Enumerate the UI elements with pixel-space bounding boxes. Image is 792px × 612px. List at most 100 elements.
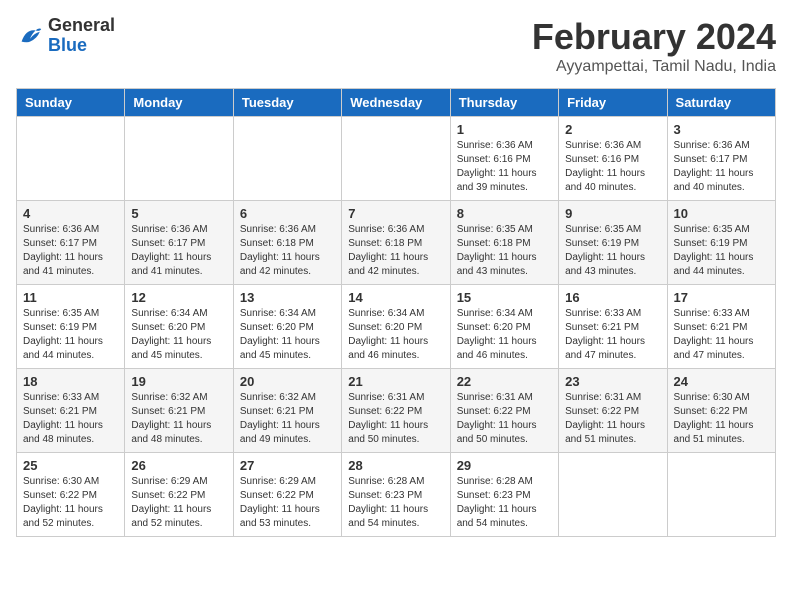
calendar-day-cell: 27Sunrise: 6:29 AM Sunset: 6:22 PM Dayli… <box>233 453 341 537</box>
calendar-day-cell: 25 Sunrise: 6:30 AM Sunset: 6:22 PM Dayli… <box>17 453 125 537</box>
day-info: Sunrise: 6:33 AM Sunset: 6:21 PM Dayligh… <box>674 307 769 363</box>
day-info: Sunrise: 6:33 AM Sunset: 6:21 PM Dayligh… <box>23 391 118 447</box>
calendar-day-header: Wednesday <box>342 89 450 117</box>
day-number: 24 <box>674 374 769 389</box>
title-area: February 2024 Ayyampettai, Tamil Nadu, I… <box>532 16 776 76</box>
calendar-day-cell: 24 Sunrise: 6:30 AM Sunset: 6:22 PM Dayli… <box>667 369 775 453</box>
calendar-day-cell: 16 Sunrise: 6:33 AM Sunset: 6:21 PM Dayli… <box>559 285 667 369</box>
day-number: 7 <box>348 206 443 221</box>
calendar-day-cell: 6 Sunrise: 6:36 AM Sunset: 6:18 PM Daylig… <box>233 201 341 285</box>
day-number: 21 <box>348 374 443 389</box>
day-info: Sunrise: 6:36 AM Sunset: 6:18 PM Dayligh… <box>240 223 335 279</box>
calendar-day-cell: 1 Sunrise: 6:36 AM Sunset: 6:16 PM Daylig… <box>450 117 558 201</box>
calendar-week-row: 4 Sunrise: 6:36 AM Sunset: 6:17 PM Daylig… <box>17 201 776 285</box>
day-info: Sunrise: 6:36 AM Sunset: 6:16 PM Dayligh… <box>457 139 552 195</box>
day-number: 25 <box>23 458 118 473</box>
day-info: Sunrise: 6:28 AM Sunset: 6:23 PM Dayligh… <box>457 475 552 531</box>
day-number: 6 <box>240 206 335 221</box>
day-number: 10 <box>674 206 769 221</box>
day-info: Sunrise: 6:35 AM Sunset: 6:19 PM Dayligh… <box>674 223 769 279</box>
calendar-week-row: 25 Sunrise: 6:30 AM Sunset: 6:22 PM Dayli… <box>17 453 776 537</box>
logo-bird-icon <box>16 22 44 50</box>
calendar-day-header: Monday <box>125 89 233 117</box>
calendar-day-cell: 8 Sunrise: 6:35 AM Sunset: 6:18 PM Daylig… <box>450 201 558 285</box>
calendar-day-cell: 2Sunrise: 6:36 AM Sunset: 6:16 PM Daylig… <box>559 117 667 201</box>
day-info: Sunrise: 6:28 AM Sunset: 6:23 PM Dayligh… <box>348 475 443 531</box>
day-number: 5 <box>131 206 226 221</box>
calendar-header-row: SundayMondayTuesdayWednesdayThursdayFrid… <box>17 89 776 117</box>
day-number: 28 <box>348 458 443 473</box>
day-info: Sunrise: 6:30 AM Sunset: 6:22 PM Dayligh… <box>674 391 769 447</box>
day-number: 18 <box>23 374 118 389</box>
day-info: Sunrise: 6:33 AM Sunset: 6:21 PM Dayligh… <box>565 307 660 363</box>
day-number: 26 <box>131 458 226 473</box>
calendar-week-row: 11 Sunrise: 6:35 AM Sunset: 6:19 PM Dayli… <box>17 285 776 369</box>
subtitle: Ayyampettai, Tamil Nadu, India <box>532 58 776 76</box>
calendar-day-cell <box>559 453 667 537</box>
calendar-day-cell: 20 Sunrise: 6:32 AM Sunset: 6:21 PM Dayli… <box>233 369 341 453</box>
calendar-day-cell: 22Sunrise: 6:31 AM Sunset: 6:22 PM Dayli… <box>450 369 558 453</box>
calendar-day-cell: 18 Sunrise: 6:33 AM Sunset: 6:21 PM Dayli… <box>17 369 125 453</box>
day-info: Sunrise: 6:31 AM Sunset: 6:22 PM Dayligh… <box>348 391 443 447</box>
calendar-day-cell <box>233 117 341 201</box>
day-info: Sunrise: 6:34 AM Sunset: 6:20 PM Dayligh… <box>457 307 552 363</box>
calendar-day-cell: 5Sunrise: 6:36 AM Sunset: 6:17 PM Daylig… <box>125 201 233 285</box>
calendar-day-header: Thursday <box>450 89 558 117</box>
calendar-day-cell: 15 Sunrise: 6:34 AM Sunset: 6:20 PM Dayli… <box>450 285 558 369</box>
day-info: Sunrise: 6:35 AM Sunset: 6:19 PM Dayligh… <box>565 223 660 279</box>
calendar-day-cell: 26 Sunrise: 6:29 AM Sunset: 6:22 PM Dayli… <box>125 453 233 537</box>
day-info: Sunrise: 6:35 AM Sunset: 6:19 PM Dayligh… <box>23 307 118 363</box>
calendar-day-cell: 29 Sunrise: 6:28 AM Sunset: 6:23 PM Dayli… <box>450 453 558 537</box>
day-number: 17 <box>674 290 769 305</box>
day-number: 11 <box>23 290 118 305</box>
day-info: Sunrise: 6:32 AM Sunset: 6:21 PM Dayligh… <box>240 391 335 447</box>
day-info: Sunrise: 6:29 AM Sunset: 6:22 PM Dayligh… <box>131 475 226 531</box>
calendar-day-cell: 4 Sunrise: 6:36 AM Sunset: 6:17 PM Daylig… <box>17 201 125 285</box>
calendar-day-header: Tuesday <box>233 89 341 117</box>
calendar-day-cell: 7Sunrise: 6:36 AM Sunset: 6:18 PM Daylig… <box>342 201 450 285</box>
calendar-day-cell: 11 Sunrise: 6:35 AM Sunset: 6:19 PM Dayli… <box>17 285 125 369</box>
day-info: Sunrise: 6:34 AM Sunset: 6:20 PM Dayligh… <box>240 307 335 363</box>
day-info: Sunrise: 6:31 AM Sunset: 6:22 PM Dayligh… <box>565 391 660 447</box>
day-info: Sunrise: 6:36 AM Sunset: 6:17 PM Dayligh… <box>23 223 118 279</box>
day-info: Sunrise: 6:32 AM Sunset: 6:21 PM Dayligh… <box>131 391 226 447</box>
calendar-day-cell: 10 Sunrise: 6:35 AM Sunset: 6:19 PM Dayli… <box>667 201 775 285</box>
calendar-day-cell: 9 Sunrise: 6:35 AM Sunset: 6:19 PM Daylig… <box>559 201 667 285</box>
calendar-day-cell: 12Sunrise: 6:34 AM Sunset: 6:20 PM Dayli… <box>125 285 233 369</box>
day-info: Sunrise: 6:36 AM Sunset: 6:17 PM Dayligh… <box>674 139 769 195</box>
day-number: 13 <box>240 290 335 305</box>
calendar-table: SundayMondayTuesdayWednesdayThursdayFrid… <box>16 88 776 537</box>
calendar-day-cell: 14Sunrise: 6:34 AM Sunset: 6:20 PM Dayli… <box>342 285 450 369</box>
day-number: 23 <box>565 374 660 389</box>
calendar-day-cell: 21 Sunrise: 6:31 AM Sunset: 6:22 PM Dayli… <box>342 369 450 453</box>
calendar-week-row: 1 Sunrise: 6:36 AM Sunset: 6:16 PM Daylig… <box>17 117 776 201</box>
day-number: 29 <box>457 458 552 473</box>
calendar-day-cell: 19 Sunrise: 6:32 AM Sunset: 6:21 PM Dayli… <box>125 369 233 453</box>
calendar-day-cell: 17 Sunrise: 6:33 AM Sunset: 6:21 PM Dayli… <box>667 285 775 369</box>
calendar-day-header: Sunday <box>17 89 125 117</box>
day-number: 8 <box>457 206 552 221</box>
calendar-day-cell <box>17 117 125 201</box>
day-number: 20 <box>240 374 335 389</box>
day-number: 16 <box>565 290 660 305</box>
day-number: 19 <box>131 374 226 389</box>
day-number: 15 <box>457 290 552 305</box>
day-info: Sunrise: 6:35 AM Sunset: 6:18 PM Dayligh… <box>457 223 552 279</box>
logo-text: General Blue <box>48 16 115 56</box>
calendar-day-cell: 13 Sunrise: 6:34 AM Sunset: 6:20 PM Dayli… <box>233 285 341 369</box>
calendar-day-cell: 3 Sunrise: 6:36 AM Sunset: 6:17 PM Daylig… <box>667 117 775 201</box>
calendar-day-cell: 23 Sunrise: 6:31 AM Sunset: 6:22 PM Dayli… <box>559 369 667 453</box>
calendar-day-cell <box>342 117 450 201</box>
day-info: Sunrise: 6:30 AM Sunset: 6:22 PM Dayligh… <box>23 475 118 531</box>
day-info: Sunrise: 6:36 AM Sunset: 6:16 PM Dayligh… <box>565 139 660 195</box>
calendar-day-cell: 28 Sunrise: 6:28 AM Sunset: 6:23 PM Dayli… <box>342 453 450 537</box>
day-number: 3 <box>674 122 769 137</box>
day-info: Sunrise: 6:34 AM Sunset: 6:20 PM Dayligh… <box>131 307 226 363</box>
page-header: General Blue February 2024 Ayyampettai, … <box>16 16 776 76</box>
day-number: 14 <box>348 290 443 305</box>
day-number: 1 <box>457 122 552 137</box>
day-number: 9 <box>565 206 660 221</box>
calendar-day-header: Saturday <box>667 89 775 117</box>
day-number: 4 <box>23 206 118 221</box>
logo: General Blue <box>16 16 115 56</box>
